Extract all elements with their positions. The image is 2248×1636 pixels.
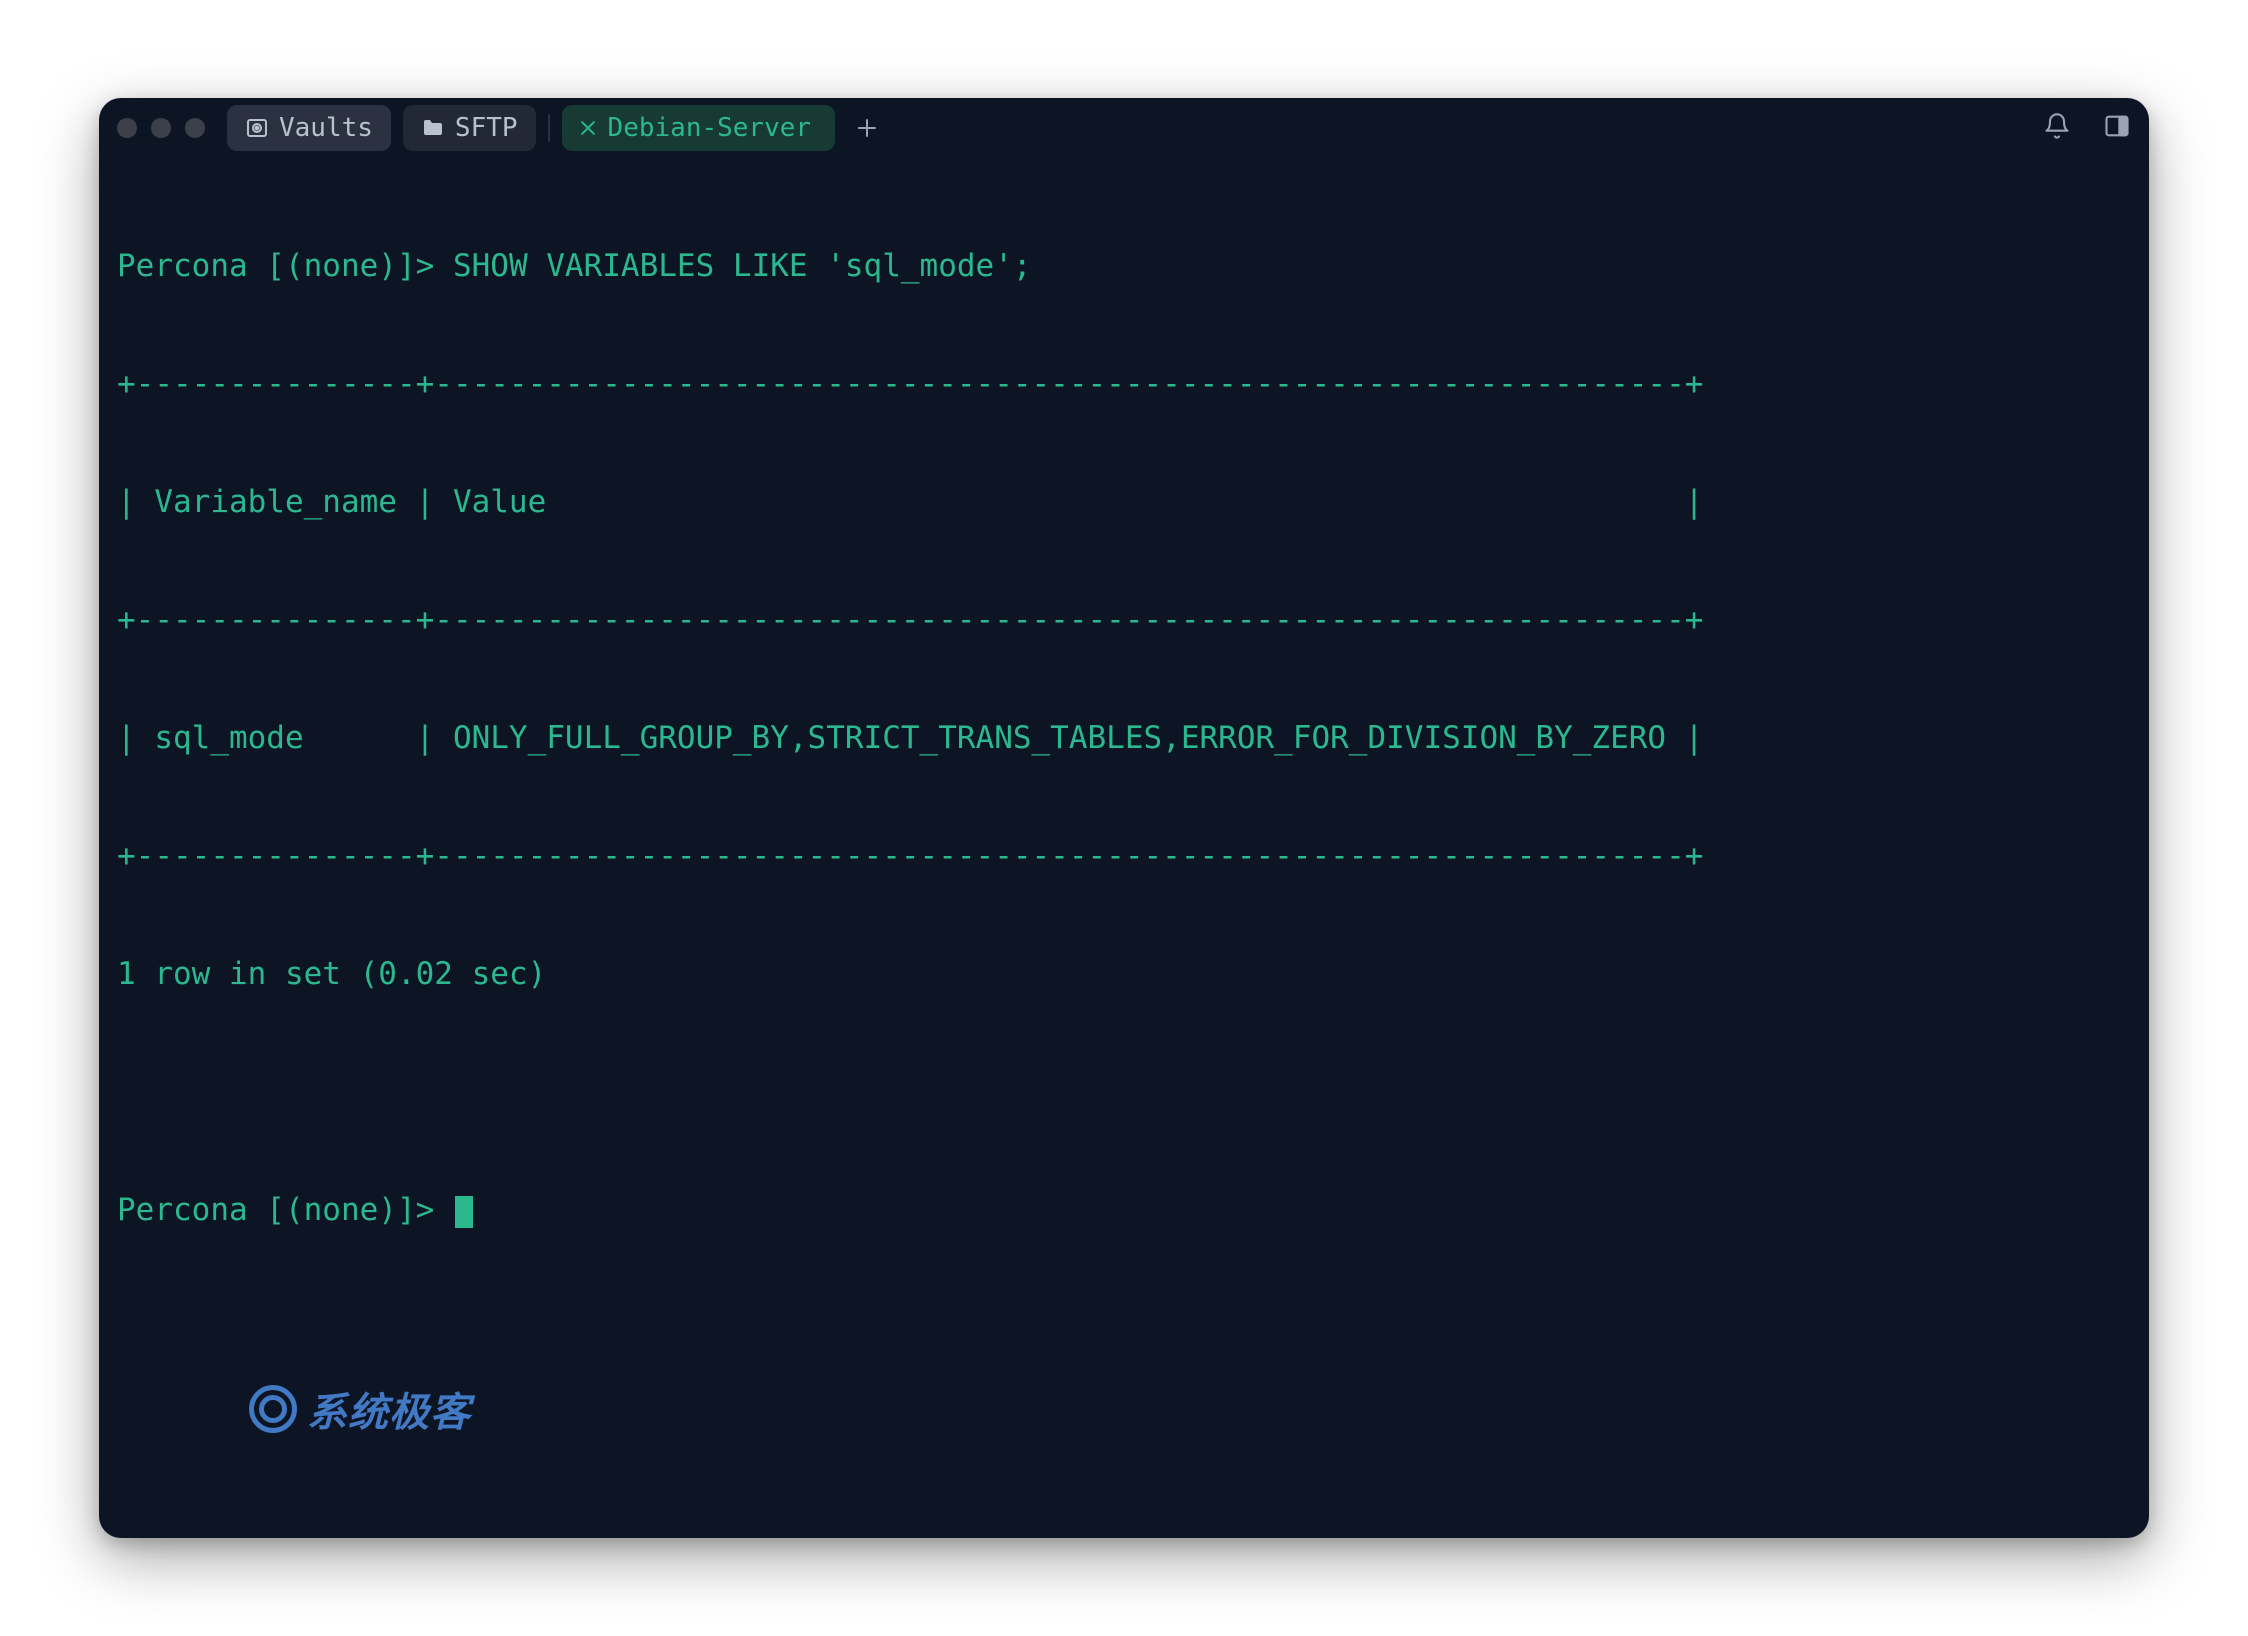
tab-vaults-label: Vaults bbox=[279, 113, 373, 143]
close-tab-icon[interactable] bbox=[578, 118, 598, 138]
terminal-line: | sql_mode | ONLY_FULL_GROUP_BY,STRICT_T… bbox=[117, 719, 2131, 758]
terminal-window: Vaults SFTP Debian-Server bbox=[99, 98, 2149, 1538]
tab-debian-server[interactable]: Debian-Server bbox=[562, 105, 836, 151]
terminal-cursor bbox=[455, 1196, 473, 1228]
window-titlebar: Vaults SFTP Debian-Server bbox=[99, 98, 2149, 158]
watermark-text: 系统极客 bbox=[307, 1380, 471, 1438]
watermark-logo-icon bbox=[249, 1385, 297, 1433]
window-controls bbox=[117, 118, 205, 138]
folder-icon bbox=[421, 116, 445, 140]
terminal-viewport[interactable]: Percona [(none)]> SHOW VARIABLES LIKE 's… bbox=[99, 158, 2149, 1538]
terminal-line bbox=[117, 1073, 2131, 1112]
sidebar-icon bbox=[2103, 112, 2131, 144]
terminal-line: +---------------+-----------------------… bbox=[117, 837, 2131, 876]
close-window-button[interactable] bbox=[117, 118, 137, 138]
terminal-line: Percona [(none)]> SHOW VARIABLES LIKE 's… bbox=[117, 247, 2131, 286]
terminal-line: Percona [(none)]> bbox=[117, 1191, 2131, 1230]
watermark: 系统极客 bbox=[249, 1380, 471, 1438]
tab-sftp-label: SFTP bbox=[455, 113, 518, 143]
terminal-line: +---------------+-----------------------… bbox=[117, 601, 2131, 640]
sql-prompt: Percona [(none)]> bbox=[117, 248, 453, 284]
terminal-line: 1 row in set (0.02 sec) bbox=[117, 955, 2131, 994]
minimize-window-button[interactable] bbox=[151, 118, 171, 138]
terminal-line: +---------------+-----------------------… bbox=[117, 365, 2131, 404]
sql-prompt: Percona [(none)]> bbox=[117, 1192, 453, 1228]
panel-toggle-button[interactable] bbox=[2099, 110, 2135, 146]
notifications-button[interactable] bbox=[2039, 110, 2075, 146]
terminal-line: | Variable_name | Value | bbox=[117, 483, 2131, 522]
tab-sftp[interactable]: SFTP bbox=[403, 105, 536, 151]
tab-debian-label: Debian-Server bbox=[608, 113, 812, 143]
bell-icon bbox=[2043, 112, 2071, 144]
vault-icon bbox=[245, 116, 269, 140]
sql-command: SHOW VARIABLES LIKE 'sql_mode'; bbox=[453, 248, 1032, 284]
add-tab-button[interactable] bbox=[847, 108, 887, 148]
zoom-window-button[interactable] bbox=[185, 118, 205, 138]
tab-divider bbox=[548, 114, 550, 142]
tab-vaults[interactable]: Vaults bbox=[227, 105, 391, 151]
